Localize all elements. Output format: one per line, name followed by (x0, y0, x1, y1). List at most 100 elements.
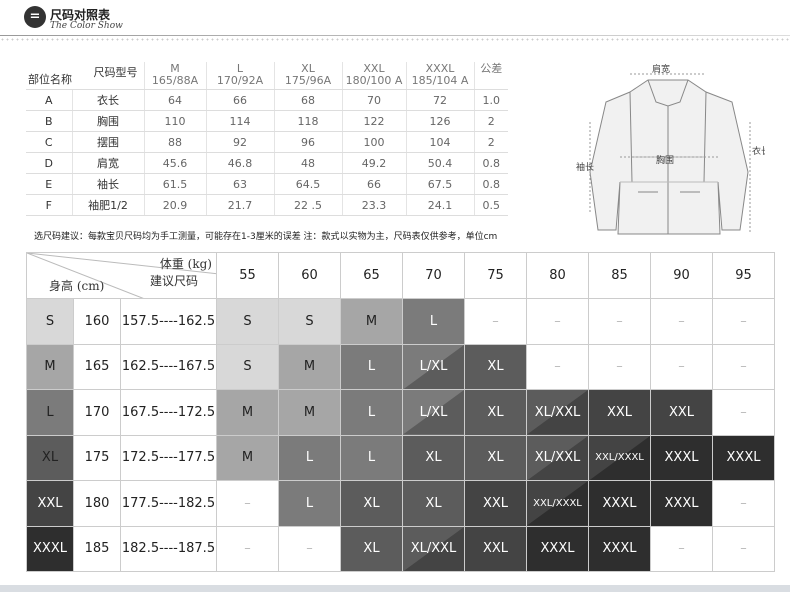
recommended-size-cell: – (650, 343, 713, 390)
measurement-value: 92 (205, 131, 274, 153)
height-value: 185 (73, 525, 121, 572)
recommended-size-cell: XXL (464, 525, 527, 572)
size-table-row: F 袖肥1/2 20.9 21.7 22 .5 23.3 24.1 0.5 (26, 194, 508, 216)
recommended-size-cell: M (340, 298, 403, 345)
weight-header: 65 (340, 252, 403, 299)
recommended-size-cell: XXXL (712, 434, 775, 481)
part-code: E (26, 173, 72, 195)
measurement-value: 70 (341, 89, 406, 111)
tolerance-value: 0.8 (473, 173, 508, 195)
recommended-size-cell: – (526, 343, 589, 390)
measurement-value: 68 (273, 89, 342, 111)
part-code: A (26, 89, 72, 111)
recommended-size-cell: – (712, 525, 775, 572)
dotted-divider (0, 38, 790, 41)
size-row-label: XL (26, 434, 74, 481)
tolerance-value: 1.0 (473, 89, 508, 111)
height-value: 180 (73, 480, 121, 527)
measurement-value: 104 (405, 131, 474, 153)
weight-header: 75 (464, 252, 527, 299)
recommended-size-cell: XXXL (588, 525, 651, 572)
recommended-size-cell: L (278, 480, 341, 527)
measurement-value: 64.5 (273, 173, 342, 195)
weight-header: 70 (402, 252, 465, 299)
recommended-size-cell: L (340, 389, 403, 436)
height-range: 162.5----167.5 (120, 343, 217, 390)
weight-header: 55 (216, 252, 279, 299)
measurement-value: 45.6 (143, 152, 206, 174)
recommended-size-cell: – (650, 525, 713, 572)
measurement-value: 88 (143, 131, 206, 153)
recommended-size-cell: XXL (588, 389, 651, 436)
measurement-value: 50.4 (405, 152, 474, 174)
size-row-label: XXXL (26, 525, 74, 572)
size-spec: 170/92A (216, 74, 264, 87)
weight-header: 80 (526, 252, 589, 299)
corner-weight-label: 体重 (kg) (159, 257, 212, 271)
recommended-size-cell: XL (464, 434, 527, 481)
measurement-value: 49.2 (341, 152, 406, 174)
weight-header: 85 (588, 252, 651, 299)
corner-size-label: 建议尺码 (149, 274, 198, 288)
recommended-size-cell: M (216, 434, 279, 481)
recommended-size-cell: L/XL (402, 389, 465, 436)
recommended-size-cell: – (278, 525, 341, 572)
size-column-header: L 170/92A (205, 62, 274, 90)
recommended-size-cell: L (402, 298, 465, 345)
height-value: 170 (73, 389, 121, 436)
tolerance-value: 0.5 (473, 194, 508, 216)
size-row-label: M (26, 343, 74, 390)
size-column-header: XL 175/96A (273, 62, 342, 90)
bottom-bar (0, 585, 790, 592)
corner-height-label: 身高 (cm) (49, 279, 105, 293)
size-table-row: D 肩宽 45.6 46.8 48 49.2 50.4 0.8 (26, 152, 508, 174)
recommended-size-cell: XL/XXL (402, 525, 465, 572)
part-name: 衣长 (71, 89, 144, 111)
recommended-size-cell: – (650, 298, 713, 345)
recommended-size-cell: XL (464, 389, 527, 436)
measurement-value: 23.3 (341, 194, 406, 216)
size-column-header: XXL 180/100 A (341, 62, 406, 90)
part-code: F (26, 194, 72, 216)
size-spec-table: 尺码型号 部位名称 M 165/88A L 170/92A XL 175/96A XXL 180/… (26, 62, 508, 216)
measurement-value: 100 (341, 131, 406, 153)
recommended-size-cell: – (588, 298, 651, 345)
measurement-value: 20.9 (143, 194, 206, 216)
recommended-size-cell: XXXL (650, 434, 713, 481)
part-code: C (26, 131, 72, 153)
part-name: 胸围 (71, 110, 144, 132)
recommended-size-cell: XL (340, 525, 403, 572)
jacket-label-sleeve: 袖长 (576, 161, 594, 173)
height-range: 177.5----182.5 (120, 480, 217, 527)
recommended-size-cell: XL (464, 343, 527, 390)
jacket-label-chest: 胸围 (656, 154, 674, 166)
recommended-size-cell: XXXL (650, 480, 713, 527)
recommended-size-cell: M (278, 343, 341, 390)
size-table-row: E 袖长 61.5 63 64.5 66 67.5 0.8 (26, 173, 508, 195)
recommended-size-cell: – (712, 343, 775, 390)
header: = 尺码对照表 The Color Show (0, 0, 790, 36)
size-note: 选尺码建议：每款宝贝尺码均为手工测量，可能存在1-3厘米的误差 注：款式以实物为… (34, 232, 498, 242)
measurement-value: 48 (273, 152, 342, 174)
recommended-size-cell: L (340, 434, 403, 481)
tolerance-header: 公差 (473, 62, 508, 90)
recommended-size-cell: L (278, 434, 341, 481)
measurement-value: 118 (273, 110, 342, 132)
height-value: 160 (73, 298, 121, 345)
size-spec: 185/104 A (411, 74, 469, 87)
weight-header: 90 (650, 252, 713, 299)
size-table-corner: 尺码型号 部位名称 (26, 62, 144, 90)
size-table-row: A 衣长 64 66 68 70 72 1.0 (26, 89, 508, 111)
recommended-size-cell: XXXL (526, 525, 589, 572)
recommended-size-cell: – (216, 480, 279, 527)
corner-part-label: 部位名称 (28, 73, 72, 86)
part-code: B (26, 110, 72, 132)
tolerance-value: 0.8 (473, 152, 508, 174)
measurement-value: 61.5 (143, 173, 206, 195)
tolerance-value: 2 (473, 131, 508, 153)
recommended-size-cell: XXL/XXXL (526, 480, 589, 527)
recommended-size-cell: XXXL (588, 480, 651, 527)
weight-header: 95 (712, 252, 775, 299)
measurement-value: 64 (143, 89, 206, 111)
measurement-value: 126 (405, 110, 474, 132)
